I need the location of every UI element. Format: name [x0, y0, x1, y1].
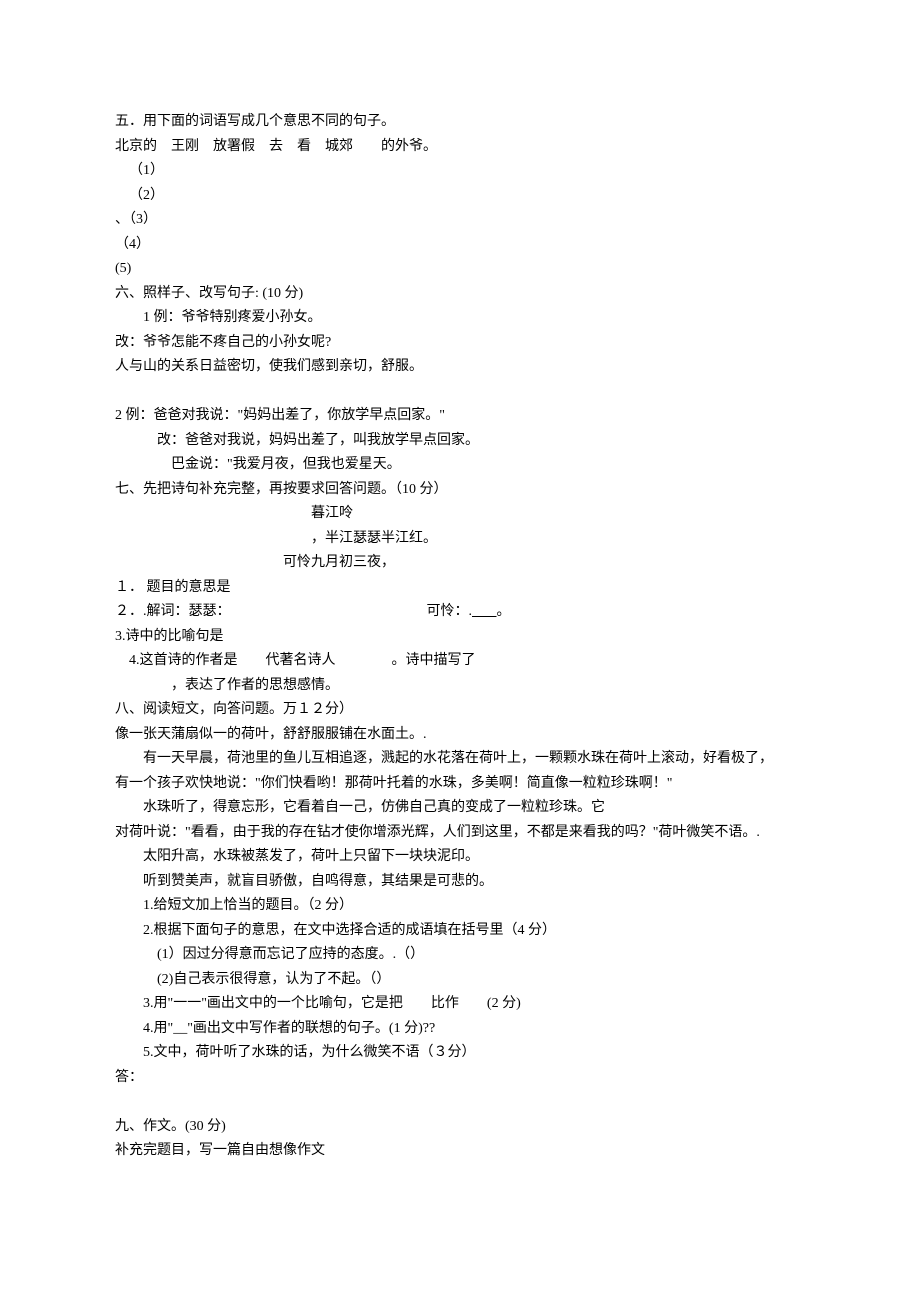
- q8-sub2b: (2)自己表示很得意，认为了不起。（）: [115, 968, 805, 993]
- q5-item-4: （4）: [115, 233, 805, 258]
- q6-ex1c: 人与山的关系日益密切，使我们感到亲切，舒服。: [115, 355, 805, 380]
- q5-title: 五．用下面的词语写成几个意思不同的句子。: [115, 110, 805, 135]
- q9-line: 补充完题目，写一篇自由想像作文: [115, 1139, 805, 1164]
- spacer: [115, 380, 805, 405]
- spacer-2: [115, 1090, 805, 1115]
- q7-sub2a: ２．.解词：瑟瑟：: [115, 604, 231, 619]
- q6-ex1b: 改：爷爷怎能不疼自己的小孙女呢?: [115, 331, 805, 356]
- q6-ex1a: 1 例：爷爷特别疼爱小孙女。: [115, 306, 805, 331]
- q7-sub4a: 4.这首诗的作者是 代著名诗人 。诗中描写了: [115, 649, 805, 674]
- q6-ex2b: 改：爸爸对我说，妈妈出差了，叫我放学早点回家。: [115, 429, 805, 454]
- q8-sub5: 5.文中，荷叶听了水珠的话，为什么微笑不语（３分）: [115, 1041, 805, 1066]
- q5-item-5: (5): [115, 257, 805, 282]
- q6-title: 六、照样子、改写句子: (10 分): [115, 282, 805, 307]
- q7-title: 七、先把诗句补充完整，再按要求回答问题。（10 分）: [115, 478, 805, 503]
- q8-p3: 有一个孩子欢快地说："你们快看哟！那荷叶托着的水珠，多美啊！简直像一粒粒珍珠啊！…: [115, 772, 805, 797]
- q8-title: 八、阅读短文，向答问题。万１２分）: [115, 698, 805, 723]
- q8-p4: 水珠听了，得意忘形，它看着自一己，仿佛自己真的变成了一粒粒珍珠。它: [115, 796, 805, 821]
- q8-sub4: 4.用"__"画出文中写作者的联想的句子。(1 分)??: [115, 1017, 805, 1042]
- q8-p2: 有一天早晨，荷池里的鱼儿互相追逐，溅起的水花落在荷叶上，一颗颗水珠在荷叶上滚动，…: [115, 747, 805, 772]
- q5-item-3: 、（3）: [115, 208, 805, 233]
- q7-poem-line1: ，半江瑟瑟半江红。: [115, 527, 805, 552]
- q7-sub1: １． 题目的意思是: [115, 576, 805, 601]
- q9-title: 九、作文。(30 分): [115, 1115, 805, 1140]
- q6-ex2c: 巴金说："我爱月夜，但我也爱星天。: [115, 453, 805, 478]
- q5-item-1: （1）: [115, 159, 805, 184]
- q8-sub3: 3.用"一一"画出文中的一个比喻句，它是把 比作 (2 分): [115, 992, 805, 1017]
- q5-words: 北京的 王刚 放署假 去 看 城郊 的外爷。: [115, 135, 805, 160]
- q7-sub2c: 。: [497, 604, 511, 619]
- q8-p6: 太阳升高，水珠被蒸发了，荷叶上只留下一块块泥印。: [115, 845, 805, 870]
- q7-blank: [472, 604, 497, 619]
- q7-poem-title: 暮江呤: [115, 502, 805, 527]
- q5-item-2: （2）: [115, 184, 805, 209]
- q8-sub2: 2.根据下面句子的意思，在文中选择合适的成语填在括号里（4 分）: [115, 919, 805, 944]
- q7-sub3: 3.诗中的比喻句是: [115, 625, 805, 650]
- q8-ans: 答：: [115, 1066, 805, 1091]
- q8-p5: 对荷叶说："看看，由于我的存在钻才使你增添光辉，人们到这里，不都是来看我的吗？"…: [115, 821, 805, 846]
- q7-sub2b: 可怜：.: [427, 604, 473, 619]
- q7-poem-line1-text: ，半江瑟瑟半江红。: [311, 531, 437, 546]
- q8-p1: 像一张天蒲扇似一的荷叶，舒舒服服铺在水面土。.: [115, 723, 805, 748]
- q7-poem-line2: 可怜九月初三夜，: [115, 551, 805, 576]
- q7-sub4b: ，表达了作者的思想感情。: [115, 674, 805, 699]
- q8-sub2a: (1）因过分得意而忘记了应持的态度。.（）: [115, 943, 805, 968]
- q7-sub2: ２．.解词：瑟瑟： 可怜：. 。: [115, 600, 805, 625]
- q8-sub1: 1.给短文加上恰当的题目。（2 分）: [115, 894, 805, 919]
- q8-p7: 听到赞美声，就盲目骄傲，自鸣得意，其结果是可悲的。: [115, 870, 805, 895]
- q6-ex2a: 2 例：爸爸对我说："妈妈出差了，你放学早点回家。": [115, 404, 805, 429]
